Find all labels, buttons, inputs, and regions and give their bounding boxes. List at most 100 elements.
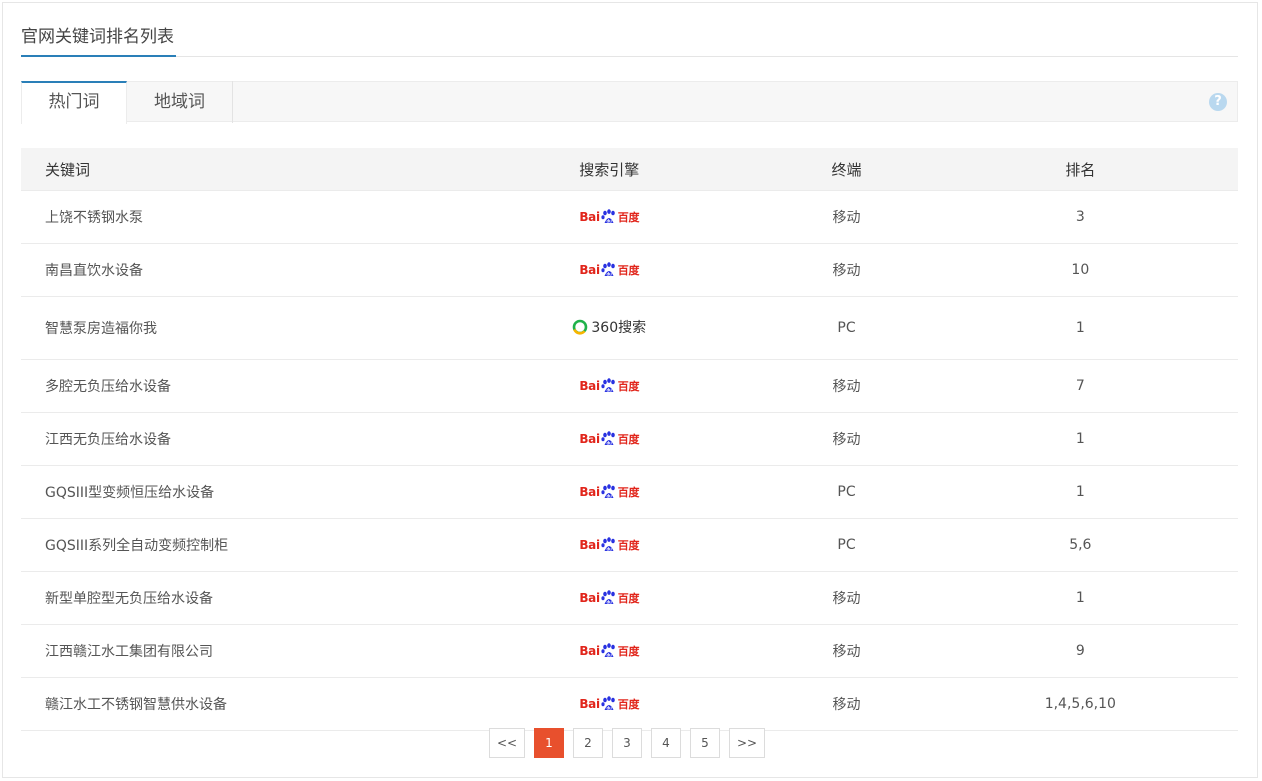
rank-cell: 1 [922, 571, 1238, 625]
page-button-3[interactable]: 3 [612, 728, 642, 758]
prev-page-button[interactable]: << [489, 728, 525, 758]
baidu-paw-text: du [606, 653, 612, 658]
terminal-cell: 移动 [770, 412, 923, 466]
terminal-cell: 移动 [770, 571, 923, 625]
page-button-1[interactable]: 1 [534, 728, 564, 758]
baidu-paw-icon: du [601, 484, 615, 499]
360-search-text: 360搜索 [591, 320, 647, 336]
baidu-paw-text: du [606, 441, 612, 446]
rank-cell: 5,6 [922, 518, 1238, 572]
baidu-logo-chinese: 百度 [617, 698, 640, 711]
table-row: 江西赣江水工集团有限公司 Bai du 百度 移动 9 [21, 624, 1238, 678]
page-button-2[interactable]: 2 [573, 728, 603, 758]
keyword-ranking-table: 关键词 搜索引擎 终端 排名 上饶不锈钢水泵 Bai du 百度 移动 3 南昌直饮水设备 B… [21, 148, 1238, 731]
rank-cell: 7 [922, 359, 1238, 413]
terminal-cell: 移动 [770, 624, 923, 678]
360-search-logo: 360搜索 [572, 317, 646, 337]
keyword-cell: 上饶不锈钢水泵 [21, 190, 449, 244]
table-row: 江西无负压给水设备 Bai du 百度 移动 1 [21, 412, 1238, 466]
baidu-logo-chinese: 百度 [617, 433, 640, 446]
baidu-logo-text: Bai [579, 432, 600, 446]
baidu-logo: Bai du 百度 [579, 643, 639, 659]
terminal-cell: 移动 [770, 359, 923, 413]
engine-cell: Bai du 百度 [448, 243, 771, 297]
engine-cell: Bai du 百度 [448, 624, 771, 678]
page-title: 官网关键词排名列表 [21, 24, 176, 57]
table-row: GQSIII型变频恒压给水设备 Bai du 百度 PC 1 [21, 465, 1238, 519]
page-header: 官网关键词排名列表 [21, 22, 1238, 57]
engine-cell: Bai du 百度 [448, 465, 771, 519]
baidu-paw-text: du [606, 219, 612, 224]
rank-cell: 1,4,5,6,10 [922, 677, 1238, 731]
table-row: 新型单腔型无负压给水设备 Bai du 百度 移动 1 [21, 571, 1238, 625]
terminal-cell: PC [770, 465, 923, 519]
next-page-button[interactable]: >> [729, 728, 765, 758]
help-icon[interactable]: ? [1209, 93, 1227, 111]
keyword-cell: 智慧泵房造福你我 [21, 296, 449, 360]
engine-cell: Bai du 百度 [448, 571, 771, 625]
tab-region-keywords[interactable]: 地域词 [127, 81, 233, 123]
baidu-logo: Bai du 百度 [579, 262, 639, 278]
baidu-paw-text: du [606, 600, 612, 605]
table-header-row: 关键词 搜索引擎 终端 排名 [21, 148, 1238, 191]
terminal-cell: PC [770, 518, 923, 572]
baidu-logo-text: Bai [579, 485, 600, 499]
baidu-logo-chinese: 百度 [617, 645, 640, 658]
engine-cell: Bai du 百度 [448, 518, 771, 572]
baidu-logo-text: Bai [579, 538, 600, 552]
baidu-logo-text: Bai [579, 379, 600, 393]
engine-cell: Bai du 百度 [448, 359, 771, 413]
terminal-cell: 移动 [770, 190, 923, 244]
baidu-logo: Bai du 百度 [579, 484, 639, 500]
baidu-logo: Bai du 百度 [579, 696, 639, 712]
rank-cell: 1 [922, 412, 1238, 466]
baidu-logo-text: Bai [579, 210, 600, 224]
column-header-rank: 排名 [922, 148, 1238, 191]
baidu-paw-icon: du [601, 378, 615, 393]
baidu-paw-icon: du [601, 537, 615, 552]
baidu-logo-text: Bai [579, 263, 600, 277]
engine-cell: 360搜索 [448, 296, 771, 360]
baidu-logo-text: Bai [579, 644, 600, 658]
engine-cell: Bai du 百度 [448, 677, 771, 731]
column-header-engine: 搜索引擎 [448, 148, 771, 191]
baidu-paw-text: du [606, 547, 612, 552]
terminal-cell: 移动 [770, 243, 923, 297]
keyword-cell: 南昌直饮水设备 [21, 243, 449, 297]
engine-cell: Bai du 百度 [448, 412, 771, 466]
keyword-cell: 赣江水工不锈钢智慧供水设备 [21, 677, 449, 731]
baidu-logo: Bai du 百度 [579, 378, 639, 394]
baidu-paw-icon: du [601, 262, 615, 277]
keyword-cell: GQSIII型变频恒压给水设备 [21, 465, 449, 519]
baidu-logo-chinese: 百度 [617, 380, 640, 393]
baidu-logo-chinese: 百度 [617, 592, 640, 605]
table-row: 南昌直饮水设备 Bai du 百度 移动 10 [21, 243, 1238, 297]
rank-cell: 9 [922, 624, 1238, 678]
rank-cell: 1 [922, 296, 1238, 360]
rank-cell: 1 [922, 465, 1238, 519]
baidu-logo: Bai du 百度 [579, 590, 639, 606]
baidu-logo-chinese: 百度 [617, 539, 640, 552]
column-header-keyword: 关键词 [21, 148, 449, 191]
baidu-paw-text: du [606, 388, 612, 393]
table-row: 上饶不锈钢水泵 Bai du 百度 移动 3 [21, 190, 1238, 244]
column-header-terminal: 终端 [770, 148, 923, 191]
baidu-logo: Bai du 百度 [579, 209, 639, 225]
page-button-4[interactable]: 4 [651, 728, 681, 758]
keyword-cell: GQSIII系列全自动变频控制柜 [21, 518, 449, 572]
rank-cell: 10 [922, 243, 1238, 297]
baidu-logo-chinese: 百度 [617, 264, 640, 277]
table-row: 多腔无负压给水设备 Bai du 百度 移动 7 [21, 359, 1238, 413]
engine-cell: Bai du 百度 [448, 190, 771, 244]
keyword-cell: 江西无负压给水设备 [21, 412, 449, 466]
tab-hot-keywords[interactable]: 热门词 [21, 81, 127, 124]
baidu-logo: Bai du 百度 [579, 431, 639, 447]
page-button-5[interactable]: 5 [690, 728, 720, 758]
baidu-paw-icon: du [601, 696, 615, 711]
baidu-paw-icon: du [601, 643, 615, 658]
table-row: GQSIII系列全自动变频控制柜 Bai du 百度 PC 5,6 [21, 518, 1238, 572]
keyword-cell: 新型单腔型无负压给水设备 [21, 571, 449, 625]
baidu-paw-icon: du [601, 431, 615, 446]
tab-bar: 热门词 地域词 ? [21, 81, 1238, 124]
baidu-logo-chinese: 百度 [617, 486, 640, 499]
